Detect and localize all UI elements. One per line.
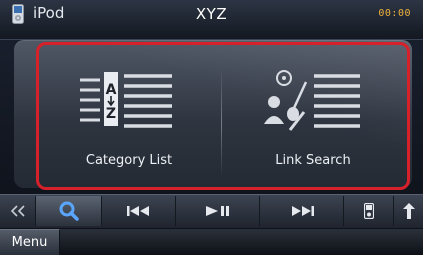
source-label: iPod bbox=[33, 4, 65, 22]
play-pause-button[interactable] bbox=[176, 196, 260, 226]
menu-bar bbox=[0, 229, 423, 255]
arrow-up-icon bbox=[402, 203, 415, 219]
play-pause-icon bbox=[205, 206, 229, 216]
skip-next-icon bbox=[291, 206, 314, 216]
next-button[interactable] bbox=[260, 196, 344, 226]
arrow-up-button[interactable] bbox=[394, 196, 423, 226]
track-title: XYZ bbox=[195, 5, 228, 23]
ipod-icon bbox=[12, 4, 24, 24]
highlight-frame bbox=[36, 42, 410, 190]
skip-previous-icon bbox=[126, 206, 149, 216]
previous-button[interactable] bbox=[102, 196, 176, 226]
ipod-device-icon bbox=[363, 203, 374, 219]
menu-button[interactable]: Menu bbox=[0, 229, 60, 255]
double-chevron-left-icon bbox=[10, 205, 25, 217]
search-button[interactable] bbox=[36, 196, 102, 226]
search-icon bbox=[59, 201, 79, 221]
clock: 00:00 bbox=[378, 8, 411, 19]
device-button[interactable] bbox=[344, 196, 394, 226]
collapse-button[interactable] bbox=[0, 196, 36, 226]
